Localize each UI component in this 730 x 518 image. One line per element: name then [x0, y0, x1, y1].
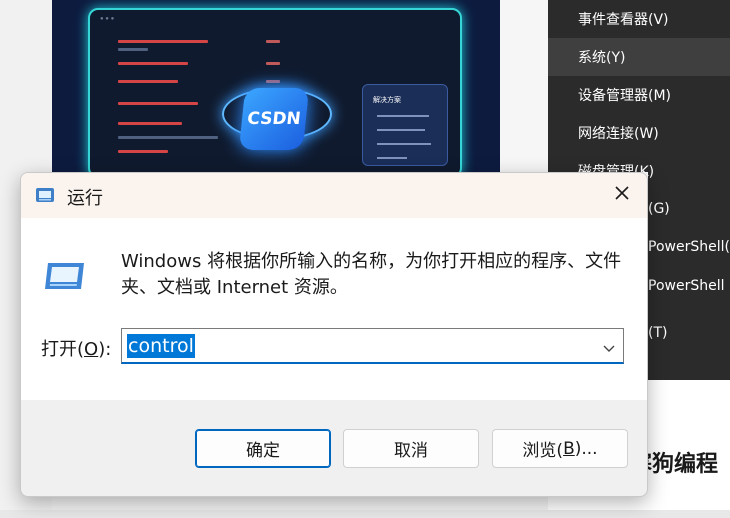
chevron-down-icon[interactable] — [602, 340, 616, 352]
menu-item-event-viewer[interactable]: 事件查看器(V) — [548, 0, 730, 38]
menu-item-network-connections[interactable]: 网络连接(W) — [548, 114, 730, 152]
solution-card-title: 解决方案 — [373, 97, 401, 104]
csdn-logo: CSDN — [238, 88, 310, 150]
close-button[interactable] — [604, 178, 640, 212]
dialog-description: Windows 将根据你所输入的名称，为你打开相应的程序、文件夹、文档或 Int… — [121, 251, 622, 298]
article-banner-image: ● ● ● CSDN 解决方案 — [52, 0, 500, 178]
run-dialog: 运行 Windows 将根据你所输入的名称，为你打开相应的程序、文件夹、文档或 … — [20, 172, 648, 497]
run-small-icon — [35, 187, 55, 203]
cancel-button[interactable]: 取消 — [343, 429, 479, 468]
background-bottom-bar — [0, 510, 730, 518]
open-input-value[interactable]: control — [127, 334, 195, 358]
close-icon — [614, 185, 630, 206]
menu-item-device-manager[interactable]: 设备管理器(M) — [548, 76, 730, 114]
open-combobox[interactable]: control — [121, 328, 624, 364]
menu-item-powershell[interactable]: PowerShell(I) — [648, 228, 730, 266]
dialog-title: 运行 — [67, 188, 103, 209]
run-icon — [43, 260, 87, 292]
banner-solution-card: 解决方案 — [362, 84, 448, 166]
menu-item-g[interactable]: (G) — [648, 190, 730, 228]
browse-button[interactable]: 浏览(B)... — [492, 429, 628, 468]
dialog-content: Windows 将根据你所输入的名称，为你打开相应的程序、文件夹、文档或 Int… — [21, 218, 647, 400]
ok-button[interactable]: 确定 — [195, 429, 331, 468]
menu-item-t[interactable]: (T) — [648, 314, 730, 352]
background-gap — [500, 0, 548, 178]
menu-item-system[interactable]: 系统(Y) — [548, 38, 730, 76]
menu-item-powershell-admin[interactable]: PowerShell (管 — [648, 266, 730, 304]
dialog-titlebar[interactable]: 运行 — [21, 173, 647, 218]
open-label: 打开(O): — [41, 339, 112, 360]
